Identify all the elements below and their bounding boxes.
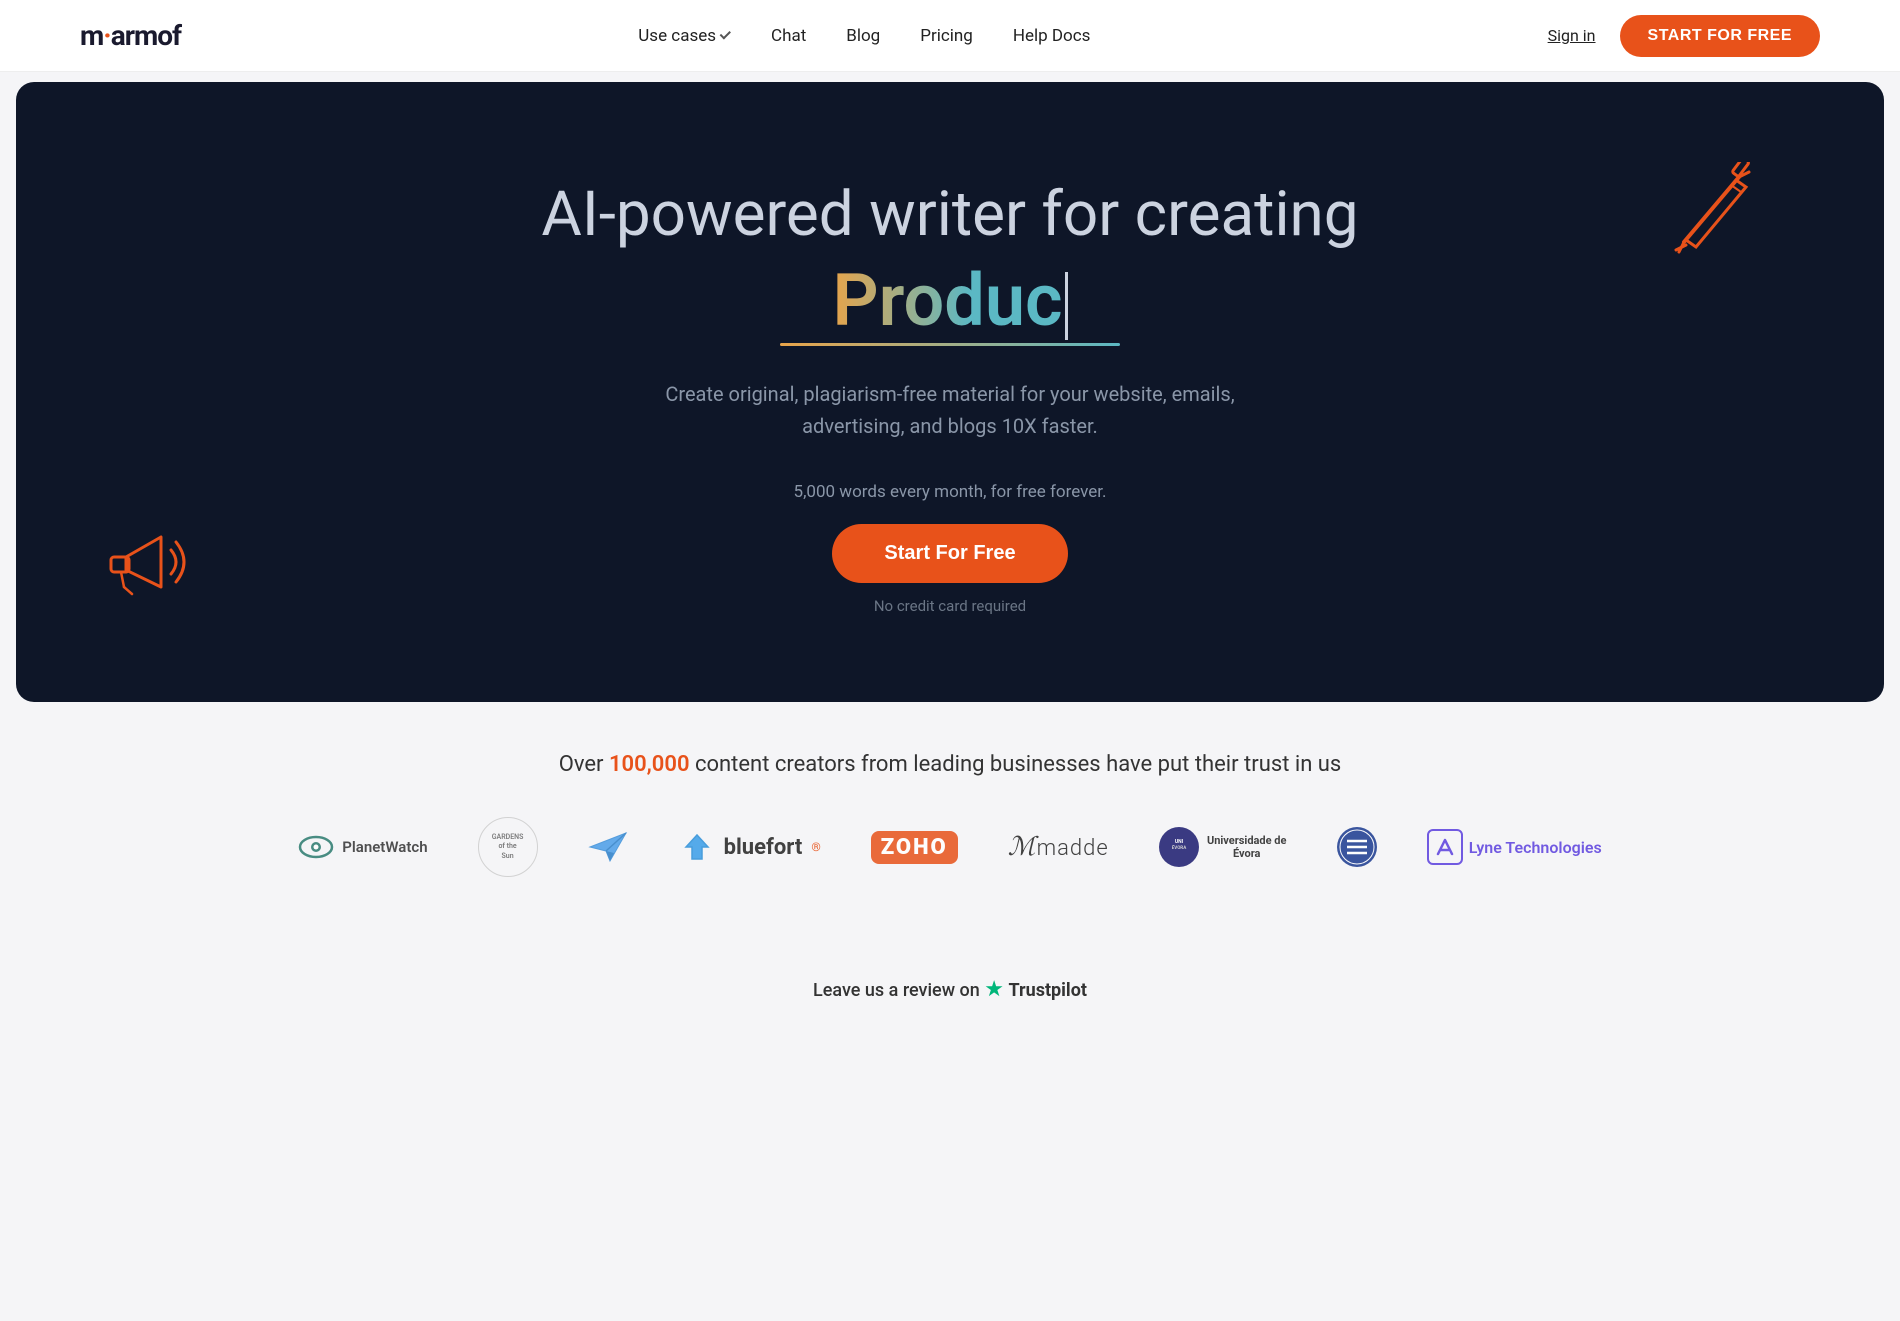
nav-help-docs[interactable]: Help Docs (1013, 26, 1091, 46)
bluefort-box-icon (678, 829, 716, 865)
hero-no-cc-text: No credit card required (874, 597, 1026, 615)
start-for-free-hero-button[interactable]: Start For Free (832, 524, 1067, 583)
lyne-label: Lyne Technologies (1469, 838, 1602, 857)
logo-madde: ℳmadde (1008, 832, 1109, 862)
chevron-down-icon (720, 28, 731, 39)
logo-lyne: Lyne Technologies (1427, 829, 1602, 865)
logo-paperplane (588, 829, 628, 865)
hero-word-text: Produc (832, 258, 1062, 343)
lyne-box-icon (1427, 829, 1463, 865)
planetwatch-eye-icon (298, 829, 334, 865)
trust-highlight-number: 100,000 (609, 752, 690, 777)
navbar: m·armof Use cases Chat Blog Pricing Help… (0, 0, 1900, 72)
sign-in-link[interactable]: Sign in (1548, 26, 1596, 45)
universidade-label: Universidade de Évora (1207, 834, 1287, 860)
trustpilot-name: Trustpilot (1008, 980, 1086, 1001)
logo-bluefort: bluefort ® (678, 829, 821, 865)
navbar-right: Sign in START FOR FREE (1548, 15, 1820, 57)
nav-blog[interactable]: Blog (846, 26, 880, 46)
zoho-label: ZOHO (871, 831, 958, 864)
madde-label: ℳmadde (1008, 832, 1109, 862)
logo-stripe-badge (1337, 827, 1377, 867)
nav-pricing[interactable]: Pricing (920, 26, 973, 46)
trustpilot-bar: Leave us a review on ★ Trustpilot (0, 957, 1900, 1022)
start-for-free-nav-button[interactable]: START FOR FREE (1620, 15, 1820, 57)
planetwatch-label: PlanetWatch (342, 838, 427, 856)
hero-underline (780, 343, 1120, 346)
logo-universidade: UNI ÉVORA Universidade de Évora (1159, 827, 1287, 867)
hero-subtitle: Create original, plagiarism-free materia… (630, 378, 1270, 442)
hero-title: AI-powered writer for creating (541, 179, 1358, 250)
universidade-badge: UNI ÉVORA (1159, 827, 1199, 867)
logo-planetwatch: PlanetWatch (298, 829, 427, 865)
stripe-icon (1337, 827, 1377, 867)
hero-words-note: 5,000 words every month, for free foreve… (794, 482, 1107, 502)
trust-section: Over 100,000 content creators from leadi… (0, 702, 1900, 957)
logo[interactable]: m·armof (80, 19, 181, 52)
logos-row: PlanetWatch GARDENSof theSun bluefort ® (80, 817, 1820, 877)
megaphone-icon (96, 512, 206, 622)
bluefort-label: bluefort (724, 835, 803, 860)
logo-zoho: ZOHO (871, 831, 958, 864)
svg-text:UNI: UNI (1175, 839, 1184, 845)
gardens-logo-badge: GARDENSof theSun (478, 817, 538, 877)
trustpilot-star-icon: ★ (984, 977, 1004, 1002)
hero-animated-word: Produc (832, 258, 1067, 343)
hero-section: AI-powered writer for creating Produc Cr… (16, 82, 1884, 702)
nav-use-cases[interactable]: Use cases (638, 26, 731, 46)
nav-chat[interactable]: Chat (771, 26, 806, 46)
trust-heading: Over 100,000 content creators from leadi… (80, 752, 1820, 777)
svg-text:ÉVORA: ÉVORA (1171, 844, 1186, 851)
nav-links: Use cases Chat Blog Pricing Help Docs (638, 26, 1090, 46)
paperplane-icon (588, 829, 628, 865)
hero-cursor (1065, 272, 1068, 340)
pencil-icon (1664, 162, 1764, 262)
logo-gardens: GARDENSof theSun (478, 817, 538, 877)
